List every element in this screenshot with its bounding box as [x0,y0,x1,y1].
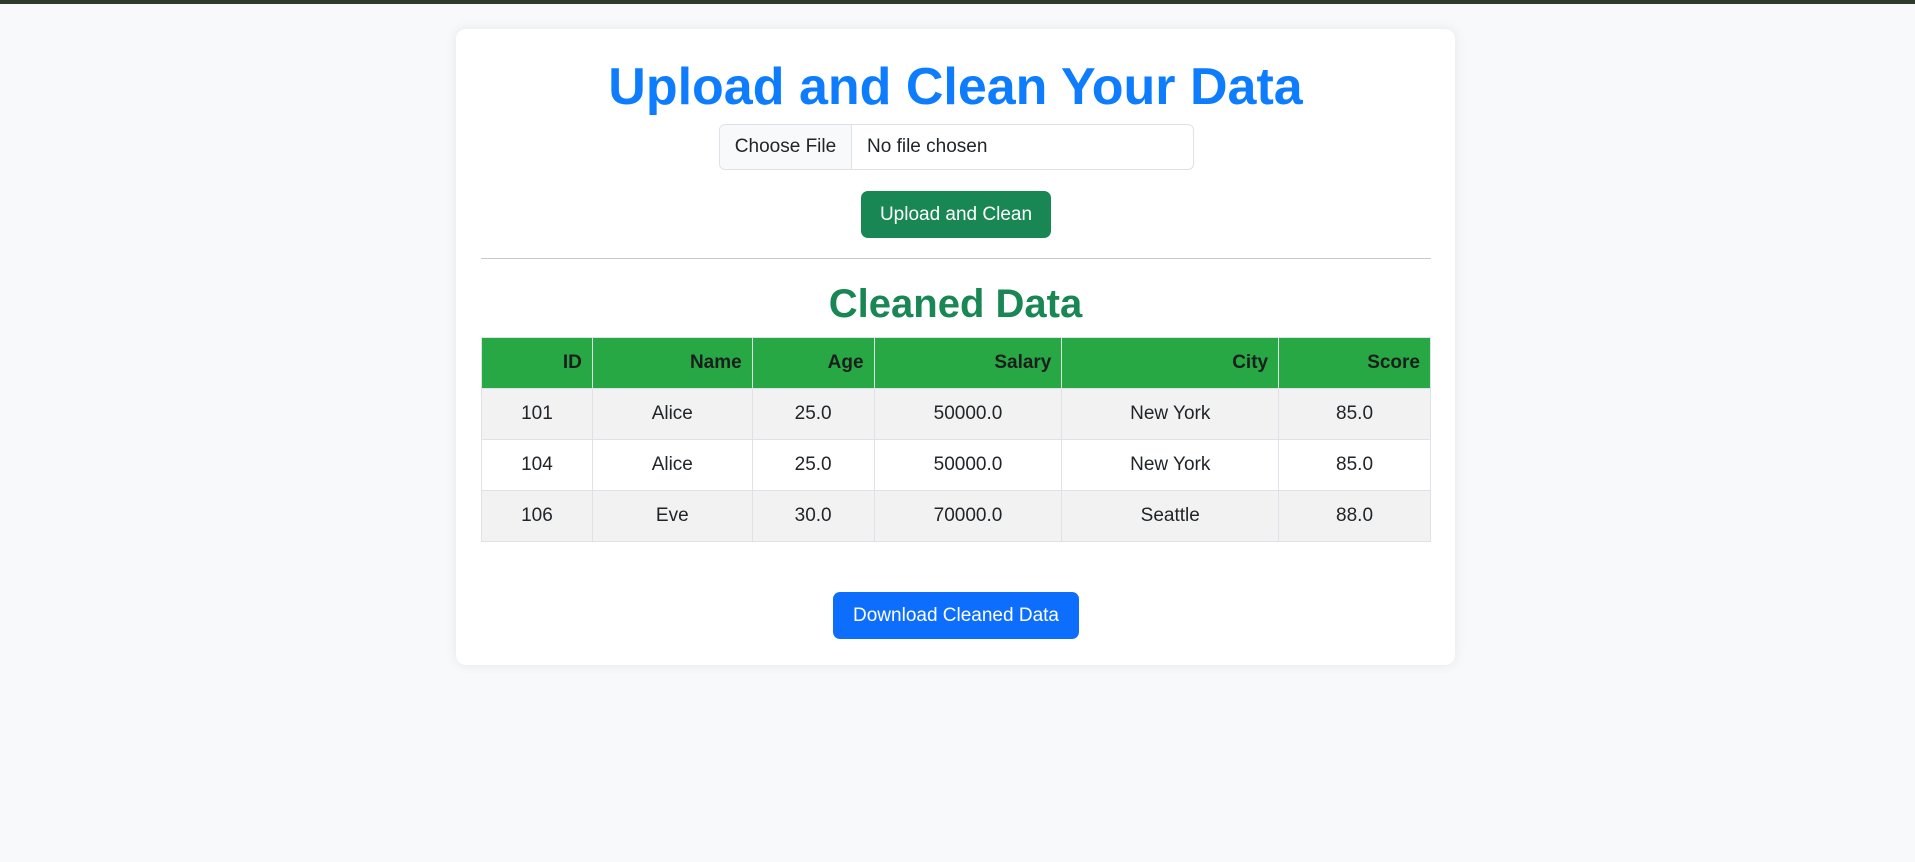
cell-score: 88.0 [1278,490,1431,542]
cleaned-data-table: ID Name Age Salary City Score 101 Alice … [481,337,1431,542]
cell-age: 25.0 [751,388,875,440]
table-row: 101 Alice 25.0 50000.0 New York 85.0 [481,388,1431,440]
cell-id: 106 [481,490,593,542]
download-cleaned-data-button[interactable]: Download Cleaned Data [833,592,1079,639]
cell-age: 25.0 [751,439,875,491]
cleaned-data-title: Cleaned Data [828,282,1083,326]
table-header-row: ID Name Age Salary City Score [481,337,1431,389]
choose-file-button[interactable]: Choose File [720,125,852,169]
top-bar [0,0,1915,4]
file-status-text: No file chosen [867,136,988,157]
cell-salary: 50000.0 [873,388,1063,440]
table-row: 104 Alice 25.0 50000.0 New York 85.0 [481,439,1431,491]
column-header-score[interactable]: Score [1278,337,1431,389]
column-header-city[interactable]: City [1061,337,1280,389]
cell-id: 104 [481,439,593,491]
cell-city: New York [1061,388,1280,440]
column-header-name[interactable]: Name [591,337,753,389]
divider [481,258,1431,259]
column-header-salary[interactable]: Salary [873,337,1063,389]
cell-city: New York [1061,439,1280,491]
cell-city: Seattle [1061,490,1280,542]
cell-salary: 50000.0 [873,439,1063,491]
cell-score: 85.0 [1278,439,1431,491]
cell-name: Eve [591,490,753,542]
cell-age: 30.0 [751,490,875,542]
page-title: Upload and Clean Your Data [608,58,1303,116]
cell-score: 85.0 [1278,388,1431,440]
file-input[interactable]: Choose File No file chosen [719,124,1194,170]
cell-salary: 70000.0 [873,490,1063,542]
cell-name: Alice [591,388,753,440]
upload-and-clean-button[interactable]: Upload and Clean [861,191,1051,238]
column-header-id[interactable]: ID [481,337,593,389]
cell-id: 101 [481,388,593,440]
table-row: 106 Eve 30.0 70000.0 Seattle 88.0 [481,490,1431,542]
cell-name: Alice [591,439,753,491]
column-header-age[interactable]: Age [751,337,875,389]
